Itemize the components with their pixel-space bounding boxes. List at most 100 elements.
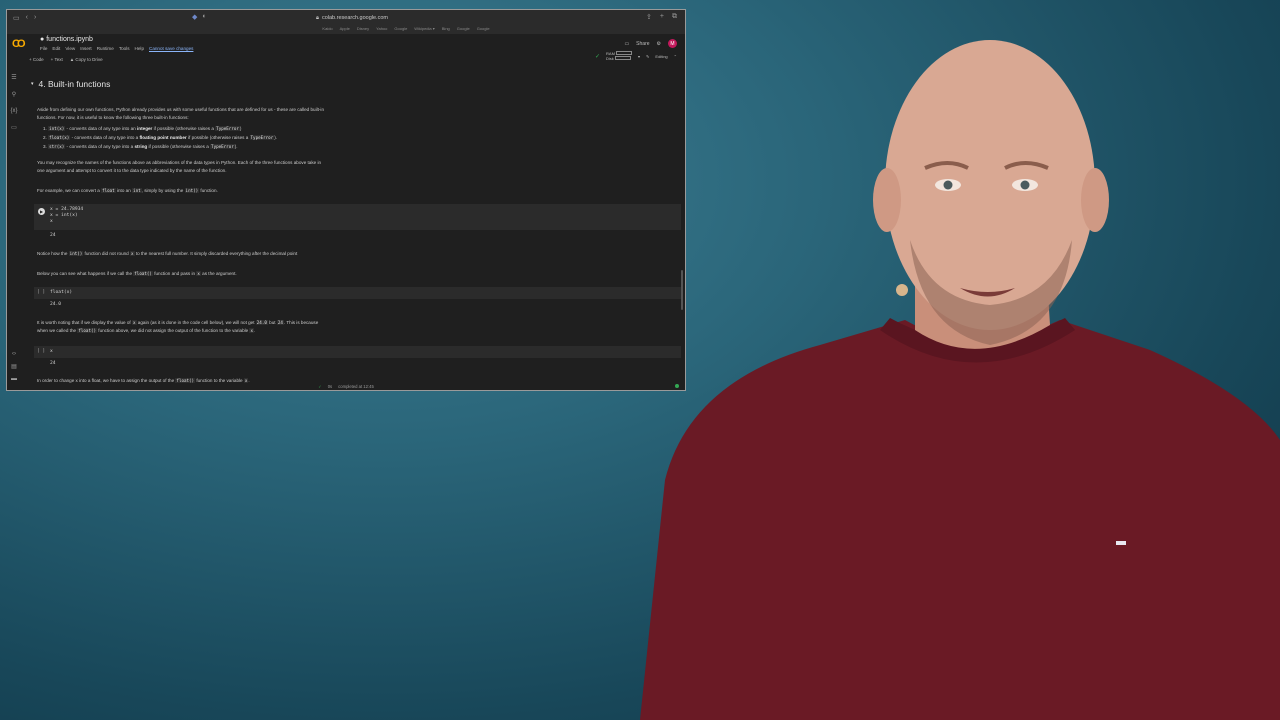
intro-line-2: functions. For now, it is useful to know… [37,115,189,120]
code-line[interactable]: x [50,349,53,355]
list-text: if possible (otherwise raises a [186,135,250,140]
run-cell-button[interactable]: [ ] [37,349,45,354]
bookmark-item[interactable]: Kaido [322,26,332,34]
variables-icon[interactable]: {x} [10,108,17,114]
presenter-pupil-right [1020,180,1030,190]
search-icon[interactable]: ⚲ [12,91,16,98]
files-icon[interactable]: ▭ [11,124,17,131]
menu-edit[interactable]: Edit [52,46,60,51]
status-indicator [675,384,679,388]
avatar[interactable]: M [668,39,677,48]
left-sidebar: ☰ ⚲ {x} ▭ [7,64,21,390]
new-tab-icon[interactable]: + [660,13,664,21]
text-cell-intro[interactable]: Aside from defining our own functions, P… [37,106,397,122]
list-item: 2. float(x) - converts data of any type … [43,135,277,140]
section-title: 4. Built-in functions [38,79,111,89]
recognize-line-2: one argument and attempt to convert it t… [37,168,227,173]
menu-view[interactable]: View [65,46,75,51]
cell-output: 24 [50,361,56,366]
toc-icon[interactable]: ☰ [11,74,16,81]
list-num: 3. [43,144,47,149]
disk-bar [614,56,631,60]
menu-help[interactable]: Help [135,46,144,51]
menu-tools[interactable]: Tools [119,46,130,51]
bookmark-item[interactable]: Yahoo [376,26,387,34]
cell-output: 24 [50,233,56,238]
text-cell-below[interactable]: Below you can see what happens if we cal… [37,270,397,278]
code-line[interactable]: float(x) [50,290,72,296]
menu-insert[interactable]: Insert [80,46,92,51]
share-icon[interactable]: ⇪ [646,13,652,21]
text: but [267,320,277,325]
address-bar[interactable]: 🔒︎ colab.research.google.com [217,13,487,23]
forward-icon[interactable]: › [34,14,36,22]
notebook-title[interactable]: ● functions.ipynb [40,36,93,43]
list-item: 3. str(x) - converts data of any type in… [43,144,238,149]
text: Below you can see what happens if we cal… [37,271,134,276]
comment-icon[interactable]: ▭ [624,41,629,47]
tabs-icon[interactable]: ⧉ [672,13,677,21]
menu-file[interactable]: File [40,46,47,51]
list-text: ) [239,126,242,131]
code-cell-2[interactable]: [ ] float(x) [34,287,681,299]
shield-icon[interactable]: ◐ [202,13,206,21]
notebook-title-text: functions.ipynb [46,36,93,43]
section-heading[interactable]: ▾ 4. Built-in functions [31,79,110,89]
inline-code: TypeError [215,126,240,131]
copy-to-drive-button[interactable]: ▲ Copy to Drive [70,57,103,62]
disk-label: Disk [606,56,614,61]
code-text: x = int(x) [50,213,78,218]
run-cell-button[interactable]: ▶ [38,208,45,215]
code-cell-1[interactable]: ▶ x = 24.78934 x = int(x) x [34,204,681,230]
list-bold: floating point number [139,135,187,140]
back-icon[interactable]: ‹ [26,14,28,22]
bookmark-item[interactable]: Google [457,26,470,34]
text-cell-recognize[interactable]: You may recognize the names of the funct… [37,159,397,175]
scrollbar[interactable] [681,270,683,310]
bookmark-item[interactable]: Disney [357,26,369,34]
sidebar-toggle-icon[interactable]: ▭ [13,14,20,22]
text: . [254,328,256,333]
editing-mode[interactable]: Editing [655,54,667,59]
bookmark-item[interactable]: Bing [442,26,450,34]
run-cell-button[interactable]: [ ] [37,290,45,295]
browser-actions: ⇪ + ⧉ [646,13,677,21]
cell-output: 24.0 [50,302,62,307]
share-button[interactable]: Share [636,41,649,47]
text: For example, we can convert a [37,188,102,193]
code-line[interactable]: x [50,219,53,225]
bookmark-item[interactable]: Wikipedia ▾ [414,26,434,34]
text: , simply by using the [141,188,185,193]
bookmark-item[interactable]: Apple [340,26,350,34]
add-code-button[interactable]: + Code [29,57,44,62]
connected-check-icon: ✓ [594,53,601,60]
collapse-section-icon[interactable]: ▾ [31,81,34,87]
colab-logo[interactable]: CO [12,38,25,50]
bookmark-item[interactable]: Google [394,26,407,34]
text-cell-notice[interactable]: Notice how the int() function did not ro… [37,250,397,258]
list-num: 2. [43,135,47,140]
unsaved-link[interactable]: Cannot save changes [149,46,193,51]
code-cell-3[interactable]: [ ] x [34,346,681,358]
list-text: - converts data of any type into a [70,135,140,140]
text-cell-worth[interactable]: It is worth noting that if we display th… [37,319,397,335]
command-palette-icon[interactable]: ▤ [11,363,17,370]
header-actions: ▭ Share ⚙ M [624,39,677,48]
bookmark-item[interactable]: Google [477,26,490,34]
settings-gear-icon[interactable]: ⚙ [657,41,661,47]
collapse-icon[interactable]: ⌃ [674,54,677,59]
text-cell-example[interactable]: For example, we can convert a float into… [37,187,397,195]
inline-code: str(x) [48,144,66,149]
extension-icon[interactable]: ◆ [192,13,197,21]
inline-code: float [101,188,116,193]
add-text-button[interactable]: + Text [51,57,63,62]
code-snippets-icon[interactable]: ‹› [12,351,16,357]
menu-runtime[interactable]: Runtime [97,46,114,51]
presenter-ear-left [873,168,901,232]
chevron-down-icon[interactable]: ▾ [638,54,640,59]
ram-disk-indicator[interactable]: RAM Disk [606,51,633,61]
code-line[interactable]: x = int(x) [50,213,78,219]
inline-code: int() [184,188,200,193]
status-bar: ✓ 0s completed at 12:45 [7,382,685,390]
list-text: if possible (otherwise raises a [147,144,211,149]
